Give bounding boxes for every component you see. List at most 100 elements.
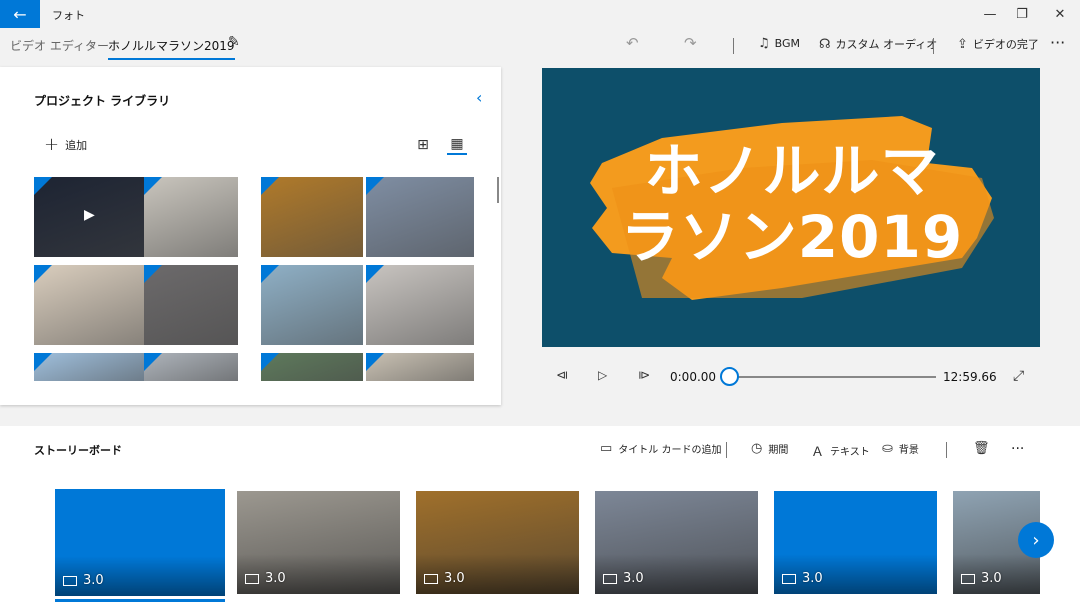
music-note-icon: ♫ bbox=[758, 36, 770, 51]
undo-icon[interactable]: ↶ bbox=[626, 34, 639, 52]
image-icon bbox=[424, 573, 438, 584]
selection-corner-icon bbox=[261, 353, 279, 371]
clip-duration-value: 3.0 bbox=[623, 571, 644, 586]
minimize-button[interactable]: — bbox=[972, 0, 1008, 28]
duration-button[interactable]: ◷ 期間 bbox=[751, 441, 788, 456]
title-bar: ← フォト — ❐ ✕ bbox=[0, 0, 1080, 28]
custom-audio-button[interactable]: ☊ カスタム オーディオ bbox=[819, 36, 937, 52]
text-button[interactable]: Ａ テキスト bbox=[811, 441, 870, 460]
image-icon bbox=[63, 575, 77, 586]
step-forward-icon[interactable]: ⧐ bbox=[638, 368, 650, 382]
video-play-icon: ▶ bbox=[84, 207, 95, 223]
chevron-left-icon[interactable]: ‹ bbox=[476, 88, 482, 107]
trash-icon: 🗑 bbox=[973, 441, 990, 456]
selection-corner-icon bbox=[261, 177, 279, 195]
selection-corner-icon bbox=[34, 177, 52, 195]
add-media-button[interactable]: + 追加 bbox=[44, 136, 87, 154]
back-button[interactable]: ← bbox=[0, 0, 40, 28]
storyboard-panel: ストーリーボード ▭ タイトル カードの追加 ◷ 期間 Ａ テキスト ⛀ 背景 … bbox=[0, 426, 1080, 616]
breadcrumb-parent[interactable]: ビデオ エディター bbox=[10, 37, 109, 54]
library-thumbnail[interactable] bbox=[34, 265, 149, 345]
text-icon: Ａ bbox=[811, 445, 825, 460]
library-thumbnail[interactable] bbox=[366, 265, 474, 345]
selection-corner-icon bbox=[366, 177, 384, 195]
more-icon: ··· bbox=[1011, 441, 1025, 457]
image-icon bbox=[603, 573, 617, 584]
library-scrollbar[interactable] bbox=[497, 177, 499, 203]
player-controls: ⧏ ▷ ⧐ 0:00.00 12:59.66 ⤢ bbox=[542, 362, 1040, 392]
selection-corner-icon bbox=[144, 177, 162, 195]
bgm-label: BGM bbox=[774, 37, 801, 50]
library-thumbnail[interactable] bbox=[366, 353, 474, 381]
clip-duration: 3.0 bbox=[961, 571, 1002, 586]
clock-icon: ◷ bbox=[751, 441, 763, 456]
storyboard-divider bbox=[946, 442, 947, 458]
storyboard-title-card[interactable]: 3.0 bbox=[774, 491, 937, 594]
fullscreen-icon[interactable]: ⤢ bbox=[1013, 368, 1024, 384]
clip-duration-value: 3.0 bbox=[802, 571, 823, 586]
scroll-next-button[interactable]: › bbox=[1018, 522, 1054, 558]
storyboard-divider bbox=[726, 442, 727, 458]
seek-track[interactable] bbox=[730, 376, 936, 378]
selection-corner-icon bbox=[366, 353, 384, 371]
storyboard-clip[interactable]: 3.0 bbox=[595, 491, 758, 594]
library-thumbnail[interactable] bbox=[34, 353, 149, 381]
share-export-icon: ⇪ bbox=[957, 36, 968, 52]
duration-label: 期間 bbox=[768, 445, 789, 456]
image-icon bbox=[961, 573, 975, 584]
redo-icon[interactable]: ↷ bbox=[684, 34, 697, 52]
breadcrumb-current: ホノルルマラソン2019 bbox=[108, 37, 235, 60]
selection-corner-icon bbox=[34, 265, 52, 283]
selection-corner-icon bbox=[144, 265, 162, 283]
close-button[interactable]: ✕ bbox=[1042, 0, 1078, 28]
rename-pencil-icon[interactable]: ✎ bbox=[228, 34, 240, 50]
storyboard-clip[interactable]: 3.0 bbox=[416, 491, 579, 594]
clip-duration: 3.0 bbox=[424, 571, 465, 586]
large-grid-icon[interactable]: ▦ bbox=[447, 135, 467, 155]
library-thumbnail[interactable]: ▶ bbox=[34, 177, 149, 257]
preview-title-line1: ホノルルマ bbox=[644, 137, 940, 205]
seek-thumb[interactable] bbox=[720, 367, 739, 386]
current-time: 0:00.00 bbox=[670, 370, 717, 384]
play-icon[interactable]: ▷ bbox=[598, 368, 607, 382]
library-thumbnail[interactable] bbox=[366, 177, 474, 257]
finish-video-button[interactable]: ⇪ ビデオの完了 bbox=[957, 36, 1039, 52]
toolbar-divider bbox=[933, 38, 934, 54]
small-grid-icon[interactable]: ⊞ bbox=[413, 135, 433, 155]
finish-video-label: ビデオの完了 bbox=[972, 38, 1039, 51]
library-thumbnail[interactable] bbox=[144, 177, 238, 257]
preview-title-line2: ラソン2019 bbox=[620, 203, 964, 271]
bgm-button[interactable]: ♫ BGM bbox=[758, 36, 800, 51]
library-title: プロジェクト ライブラリ bbox=[34, 94, 171, 108]
close-icon: ✕ bbox=[1054, 6, 1066, 22]
media-grid: ▶ bbox=[34, 177, 476, 381]
more-options-button[interactable]: ··· bbox=[1050, 33, 1065, 52]
library-thumbnail[interactable] bbox=[261, 265, 363, 345]
command-bar: ビデオ エディター › ホノルルマラソン2019 ✎ ↶ ↷ ♫ BGM ☊ カ… bbox=[0, 28, 1080, 62]
background-button[interactable]: ⛀ 背景 bbox=[882, 441, 919, 456]
minimize-icon: — bbox=[983, 6, 997, 22]
person-audio-icon: ☊ bbox=[819, 36, 831, 52]
background-label: 背景 bbox=[898, 445, 919, 456]
selection-corner-icon bbox=[34, 353, 52, 371]
step-back-icon[interactable]: ⧏ bbox=[556, 368, 568, 382]
more-icon: ··· bbox=[1050, 33, 1066, 52]
library-thumbnail[interactable] bbox=[261, 353, 363, 381]
custom-audio-label: カスタム オーディオ bbox=[835, 38, 938, 51]
library-thumbnail[interactable] bbox=[144, 265, 238, 345]
selection-corner-icon bbox=[366, 265, 384, 283]
toolbar-divider bbox=[733, 38, 734, 54]
maximize-button[interactable]: ❐ bbox=[1004, 0, 1040, 28]
image-icon bbox=[782, 573, 796, 584]
storyboard-clip[interactable]: 3.0 bbox=[237, 491, 400, 594]
paint-bucket-icon: ⛀ bbox=[882, 441, 893, 456]
add-title-card-button[interactable]: ▭ タイトル カードの追加 bbox=[600, 441, 721, 456]
library-thumbnail[interactable] bbox=[144, 353, 238, 381]
storyboard-title-card[interactable]: 3.0 bbox=[55, 489, 225, 596]
storyboard-more-button[interactable]: ··· bbox=[1011, 441, 1024, 457]
delete-button[interactable]: 🗑 bbox=[973, 441, 990, 456]
clip-duration-value: 3.0 bbox=[265, 571, 286, 586]
project-library-panel: プロジェクト ライブラリ ‹ + 追加 ⊞ ▦ ▶ bbox=[0, 67, 501, 405]
selection-corner-icon bbox=[261, 265, 279, 283]
library-thumbnail[interactable] bbox=[261, 177, 363, 257]
